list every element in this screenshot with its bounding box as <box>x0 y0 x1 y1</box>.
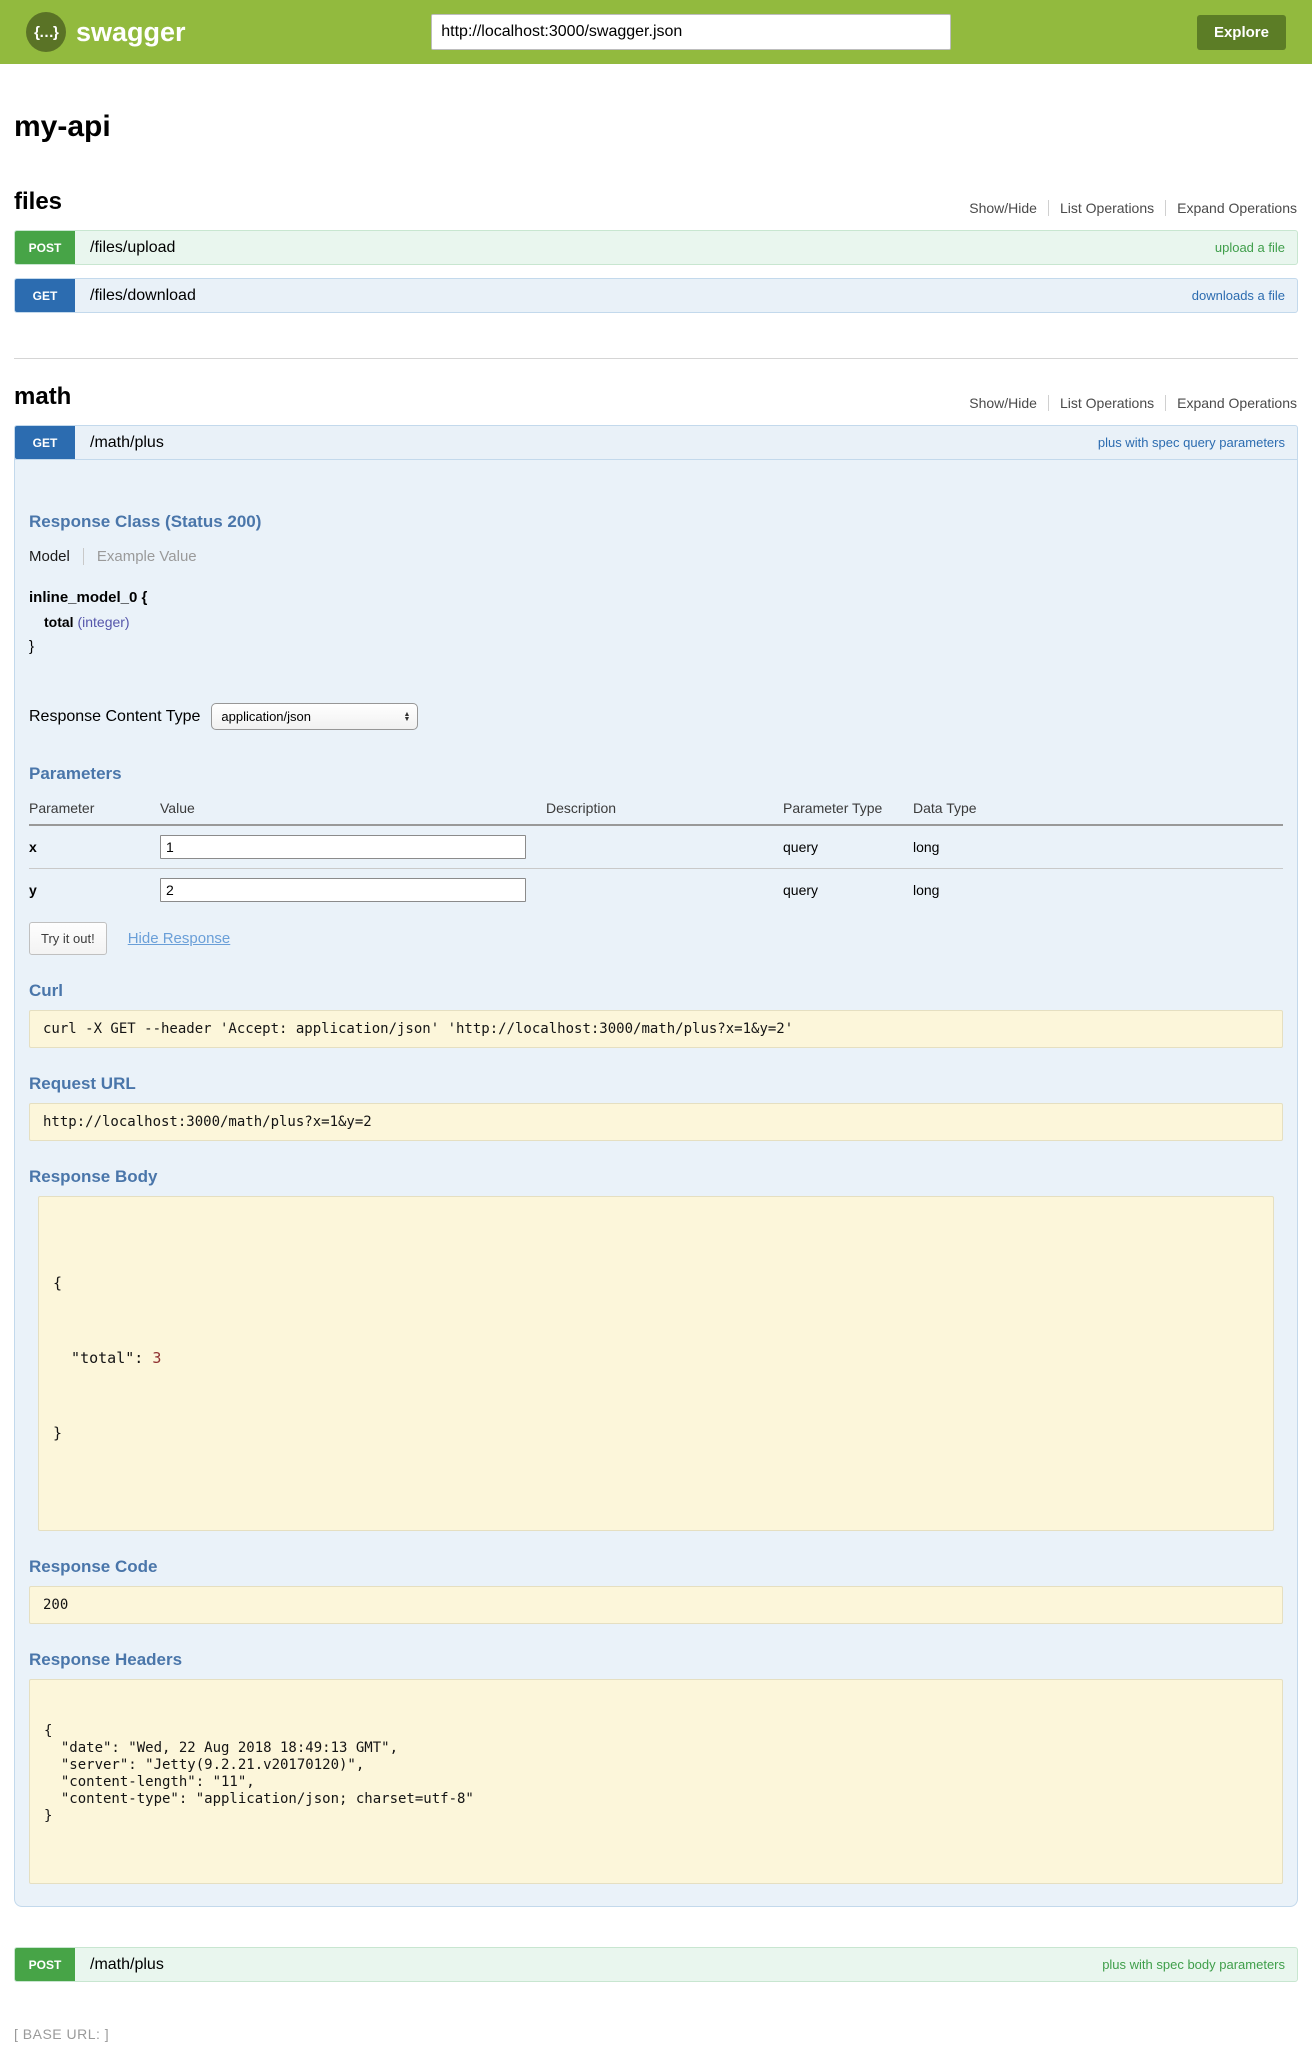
model-property: total (integer) <box>44 614 1283 630</box>
column-header-parameter-type: Parameter Type <box>783 793 913 825</box>
endpoint-summary: plus with spec query parameters <box>1098 435 1285 450</box>
page-title: my-api <box>14 110 1298 144</box>
method-badge-get: GET <box>15 426 75 459</box>
parameter-row-y: y query long <box>29 869 1283 912</box>
selected-content-type: application/json <box>221 709 311 724</box>
model-close-line: } <box>29 638 1283 655</box>
parameter-type: query <box>783 839 818 855</box>
tab-example-value[interactable]: Example Value <box>84 548 197 565</box>
response-code-box: 200 <box>29 1586 1283 1624</box>
method-badge-post: POST <box>15 231 75 264</box>
section-title-math: math <box>14 383 71 411</box>
response-body-box: { "total": 3 } <box>38 1196 1274 1531</box>
parameter-name: x <box>29 839 37 855</box>
parameters-heading: Parameters <box>29 764 1283 784</box>
main-content: my-api files Show/Hide List Operations E… <box>0 110 1312 2042</box>
column-header-parameter: Parameter <box>29 793 160 825</box>
parameter-data-type: long <box>913 882 939 898</box>
section-header-math: math Show/Hide List Operations Expand Op… <box>14 383 1298 411</box>
response-content-type-label: Response Content Type <box>29 708 200 726</box>
json-total-line: "total": 3 <box>53 1346 1259 1371</box>
response-content-type-select[interactable]: application/json ▲ ▼ <box>211 703 418 730</box>
expand-operations-link[interactable]: Expand Operations <box>1165 200 1298 216</box>
response-headers-box: { "date": "Wed, 22 Aug 2018 18:49:13 GMT… <box>29 1679 1283 1884</box>
column-header-description: Description <box>546 793 783 825</box>
section-header-files: files Show/Hide List Operations Expand O… <box>14 188 1298 216</box>
json-open-brace: { <box>53 1271 1259 1296</box>
list-operations-link[interactable]: List Operations <box>1048 395 1165 411</box>
tab-model[interactable]: Model <box>29 548 84 565</box>
endpoint-path[interactable]: /files/download <box>90 287 196 305</box>
expand-operations-link[interactable]: Expand Operations <box>1165 395 1298 411</box>
header-bar: {…} swagger Explore <box>0 0 1312 64</box>
section-title-files: files <box>14 188 62 216</box>
request-url-heading: Request URL <box>29 1074 1283 1094</box>
response-class-heading: Response Class (Status 200) <box>29 512 1283 532</box>
response-headers-json: { "date": "Wed, 22 Aug 2018 18:49:13 GMT… <box>44 1723 1268 1825</box>
method-badge-get: GET <box>15 279 75 312</box>
property-type: (integer) <box>77 614 129 630</box>
json-key: "total": <box>53 1349 152 1367</box>
explore-button[interactable]: Explore <box>1197 15 1286 50</box>
model-tabs: Model Example Value <box>29 548 1283 565</box>
endpoint-path[interactable]: /files/upload <box>90 239 175 257</box>
response-content-type-row: Response Content Type application/json ▲… <box>29 703 1283 730</box>
show-hide-link[interactable]: Show/Hide <box>958 200 1048 216</box>
spec-url-input[interactable] <box>431 14 951 50</box>
parameter-x-input[interactable] <box>160 835 526 859</box>
hide-response-link[interactable]: Hide Response <box>128 930 231 947</box>
brand-link[interactable]: {…} swagger <box>26 12 186 52</box>
brand-title: swagger <box>76 17 186 48</box>
response-code-heading: Response Code <box>29 1557 1283 1577</box>
column-header-value: Value <box>160 793 546 825</box>
list-operations-link[interactable]: List Operations <box>1048 200 1165 216</box>
endpoint-summary: plus with spec body parameters <box>1102 1957 1285 1972</box>
operation-detail-panel: Response Class (Status 200) Model Exampl… <box>14 460 1298 1907</box>
curl-heading: Curl <box>29 981 1283 1001</box>
parameters-table: Parameter Value Description Parameter Ty… <box>29 793 1283 911</box>
response-headers-heading: Response Headers <box>29 1650 1283 1670</box>
endpoint-path[interactable]: /math/plus <box>90 434 164 452</box>
property-name: total <box>44 614 74 630</box>
parameter-row-x: x query long <box>29 825 1283 869</box>
parameters-header-row: Parameter Value Description Parameter Ty… <box>29 793 1283 825</box>
response-body-heading: Response Body <box>29 1167 1283 1187</box>
column-header-data-type: Data Type <box>913 793 1283 825</box>
request-url-box: http://localhost:3000/math/plus?x=1&y=2 <box>29 1103 1283 1141</box>
parameter-y-input[interactable] <box>160 878 526 902</box>
json-close-brace: } <box>53 1421 1259 1446</box>
endpoint-row-get-math-plus[interactable]: GET /math/plus plus with spec query para… <box>14 425 1298 460</box>
section-controls-math: Show/Hide List Operations Expand Operati… <box>958 395 1298 411</box>
model-signature: inline_model_0 { total (integer) } <box>29 589 1283 655</box>
swagger-logo-icon: {…} <box>26 12 66 52</box>
json-value: 3 <box>152 1349 161 1367</box>
endpoint-summary: downloads a file <box>1192 288 1285 303</box>
section-divider <box>14 358 1298 359</box>
method-badge-post: POST <box>15 1948 75 1981</box>
endpoint-row-post-math-plus[interactable]: POST /math/plus plus with spec body para… <box>14 1947 1298 1982</box>
base-url-footer: [ BASE URL: ] <box>14 2026 1298 2042</box>
curl-command-box: curl -X GET --header 'Accept: applicatio… <box>29 1010 1283 1048</box>
select-arrows-icon: ▲ ▼ <box>403 712 410 722</box>
section-controls-files: Show/Hide List Operations Expand Operati… <box>958 200 1298 216</box>
endpoint-summary: upload a file <box>1215 240 1285 255</box>
parameter-data-type: long <box>913 839 939 855</box>
parameter-type: query <box>783 882 818 898</box>
parameter-name: y <box>29 882 37 898</box>
endpoint-path[interactable]: /math/plus <box>90 1956 164 1974</box>
model-open-line: inline_model_0 { <box>29 589 1283 606</box>
try-it-out-row: Try it out! Hide Response <box>29 922 1283 955</box>
endpoint-row-get-files-download[interactable]: GET /files/download downloads a file <box>14 278 1298 313</box>
show-hide-link[interactable]: Show/Hide <box>958 395 1048 411</box>
endpoint-row-post-files-upload[interactable]: POST /files/upload upload a file <box>14 230 1298 265</box>
try-it-out-button[interactable]: Try it out! <box>29 922 107 955</box>
